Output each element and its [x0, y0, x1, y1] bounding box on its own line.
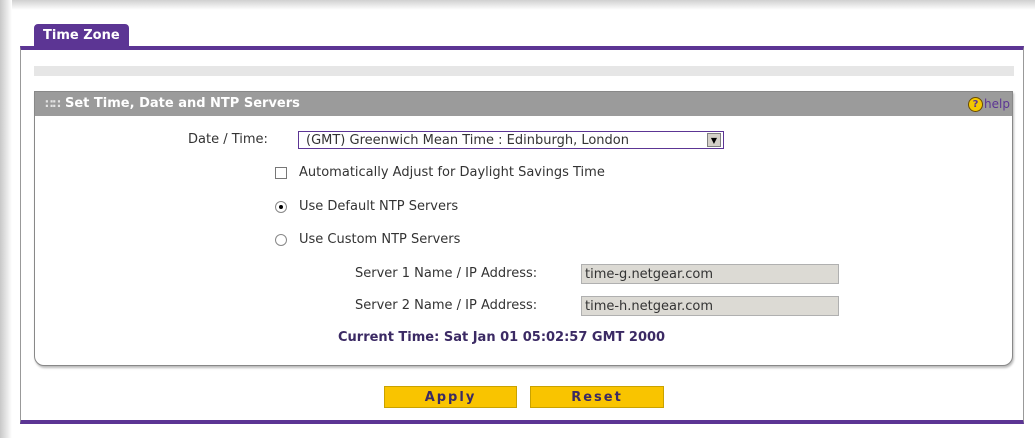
- default-ntp-radio[interactable]: [275, 201, 287, 213]
- section-header: ∷∷ Set Time, Date and NTP Servers ? help: [35, 92, 1012, 116]
- help-label: help: [984, 97, 1010, 111]
- help-icon: ?: [968, 97, 984, 112]
- date-time-label: Date / Time:: [188, 132, 268, 147]
- date-time-select[interactable]: (GMT) Greenwich Mean Time : Edinburgh, L…: [298, 131, 724, 149]
- default-ntp-label: Use Default NTP Servers: [299, 199, 459, 214]
- tab-time-zone[interactable]: Time Zone: [34, 24, 129, 46]
- apply-button[interactable]: Apply: [384, 386, 517, 408]
- server2-label: Server 2 Name / IP Address:: [355, 298, 538, 313]
- window-shadow-left: [0, 0, 12, 438]
- grip-icon: ∷∷: [45, 97, 61, 111]
- custom-ntp-label: Use Custom NTP Servers: [299, 232, 461, 247]
- window-shadow-top: [0, 0, 1035, 10]
- date-time-selected-value: (GMT) Greenwich Mean Time : Edinburgh, L…: [306, 133, 629, 148]
- dst-checkbox[interactable]: [275, 167, 287, 179]
- section-title: Set Time, Date and NTP Servers: [65, 96, 300, 111]
- current-time-text: Current Time: Sat Jan 01 05:02:57 GMT 20…: [338, 330, 666, 345]
- chevron-down-icon[interactable]: ▼: [707, 133, 721, 147]
- custom-ntp-radio[interactable]: [275, 234, 287, 246]
- server2-input[interactable]: time-h.netgear.com: [581, 296, 839, 316]
- top-strip: [34, 66, 1014, 76]
- server1-input[interactable]: time-g.netgear.com: [581, 264, 839, 284]
- help-link[interactable]: ? help: [968, 92, 1010, 116]
- reset-button[interactable]: Reset: [530, 386, 664, 408]
- dst-label: Automatically Adjust for Daylight Saving…: [299, 165, 605, 180]
- server1-label: Server 1 Name / IP Address:: [355, 266, 538, 281]
